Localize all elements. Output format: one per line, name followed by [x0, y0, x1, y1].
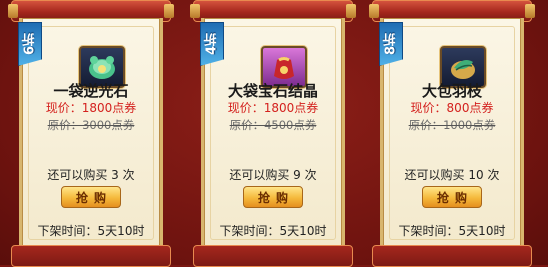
original-price: 原价：4500点券 [229, 118, 317, 132]
card-paper: 6折 [19, 18, 163, 248]
scroll-bottom-roller [11, 245, 171, 267]
card-paper: 8折 [380, 18, 524, 248]
shop-card-3: 8折 大包羽枝 现价：800点券 原价：1000点券 还可以购买 10 次 抢购… [369, 0, 535, 267]
offline-time: 下架时间：5天10时 [219, 224, 327, 238]
item-name: 大袋宝石结晶 [227, 82, 318, 100]
shop-card-2: 4折 大袋宝石结晶 现价：1800点券 原价：4500点券 还可以购买 9 次 … [190, 0, 356, 267]
original-price: 原价：3000点券 [47, 118, 135, 132]
buy-button[interactable]: 抢购 [422, 186, 482, 208]
current-price: 现价：800点券 [410, 101, 494, 115]
feather-icon [451, 60, 475, 79]
discount-ribbon: 8折 [379, 22, 403, 66]
bag-icon [274, 57, 294, 79]
current-price: 现价：1800点券 [227, 101, 319, 115]
offline-time: 下架时间：5天10时 [37, 224, 145, 238]
remaining-purchases: 还可以购买 10 次 [404, 168, 500, 182]
original-price: 原价：1000点券 [408, 118, 496, 132]
item-name: 一袋逆光石 [53, 82, 129, 100]
card-paper: 4折 [201, 18, 345, 248]
item-name: 大包羽枝 [421, 82, 482, 100]
current-price: 现价：1800点券 [45, 101, 137, 115]
offline-time: 下架时间：5天10时 [398, 224, 506, 238]
buy-button[interactable]: 抢购 [243, 186, 303, 208]
scroll-bottom-roller [193, 245, 353, 267]
gem-icon [89, 56, 115, 79]
remaining-purchases: 还可以购买 3 次 [47, 168, 135, 182]
scroll-bottom-roller [372, 245, 532, 267]
buy-button[interactable]: 抢购 [61, 186, 121, 208]
discount-ribbon: 4折 [200, 22, 224, 66]
remaining-purchases: 还可以购买 9 次 [229, 168, 317, 182]
discount-ribbon: 6折 [18, 22, 42, 66]
shop-card-1: 6折 一袋逆光石 现价：1800点券 原价：3000点券 还可以购买 3 次 抢… [8, 0, 174, 267]
